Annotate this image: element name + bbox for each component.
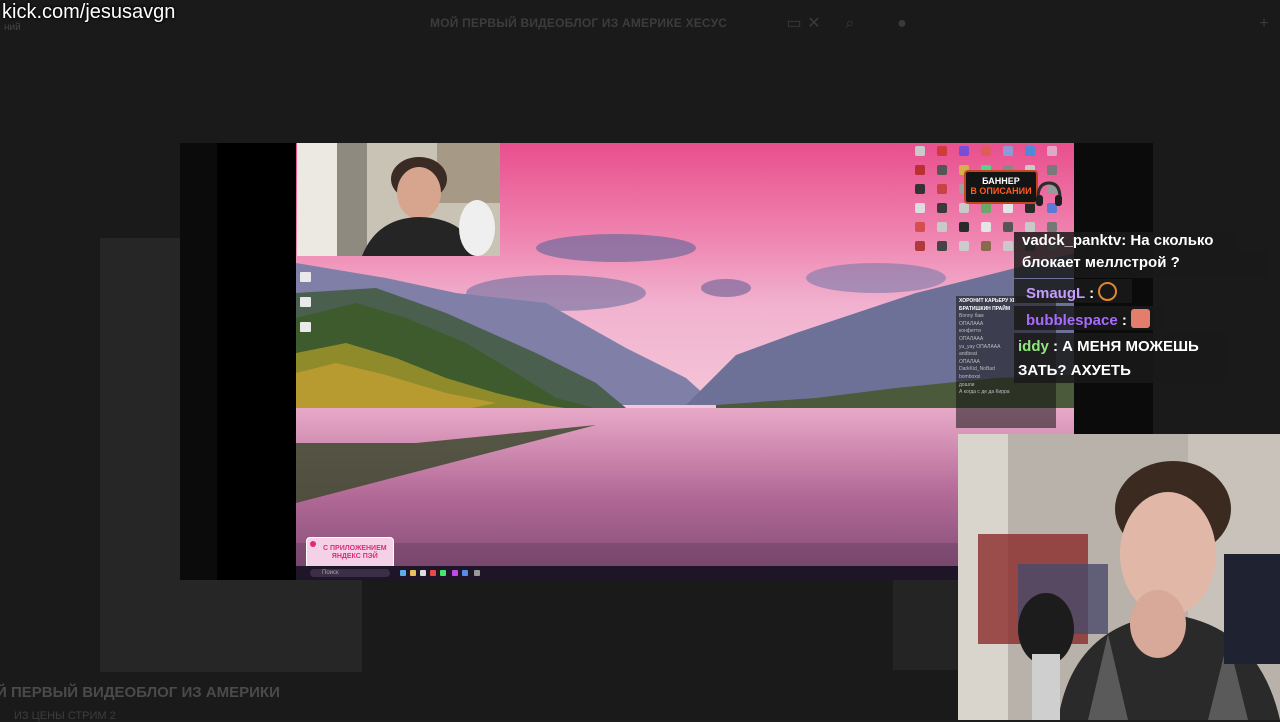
chat-overlay: vadck_panktv: На сколько блокает меллстр…	[1014, 232, 1270, 384]
chat-username[interactable]: SmaugL	[1026, 285, 1085, 302]
chat-text: :	[1117, 312, 1132, 329]
chat-message: SmaugL :	[1014, 279, 1132, 303]
keyboard-icon[interactable]: ▭	[784, 14, 804, 34]
chat-username[interactable]: bubblespace	[1026, 312, 1118, 329]
taskbar-app-icon[interactable]	[462, 570, 468, 576]
headphones-icon	[1034, 180, 1064, 208]
search-icon[interactable]: ⌕	[840, 14, 860, 34]
chat-text: : А МЕНЯ МОЖЕШЬ	[1048, 338, 1199, 355]
chat-text: блокает меллстрой ?	[1022, 254, 1180, 271]
streamer-webcam-small	[297, 143, 500, 256]
react-icon	[1098, 282, 1118, 301]
streamer-webcam-large	[958, 434, 1280, 720]
chat-message: iddy : А МЕНЯ МОЖЕШЬ ЗАТЬ? АХУЕТЬ	[1014, 333, 1226, 383]
chat-text: : На сколько	[1121, 232, 1214, 249]
chat-message: блокает меллстрой ?	[1014, 250, 1268, 278]
background-video-subheading: ИЗ ЦЕНЫ СТРИМ 2	[14, 710, 116, 722]
taskbar-app-icon[interactable]	[430, 570, 436, 576]
chat-text: :	[1084, 285, 1099, 302]
promo-banner: БАННЕР В ОПИСАНИИ	[964, 170, 1038, 204]
taskbar-app-icon[interactable]	[474, 570, 480, 576]
windows-taskbar: Поиск	[296, 566, 958, 580]
chat-username[interactable]: iddy	[1018, 338, 1049, 355]
microphone-icon[interactable]: ●	[892, 14, 912, 34]
taskbar-app-icon[interactable]	[440, 570, 446, 576]
ad-text: С ПРИЛОЖЕНИЕМ ЯНДЕКС ПЭЙ	[323, 545, 387, 560]
create-icon[interactable]: +	[1254, 14, 1274, 34]
banner-line-2: В ОПИСАНИИ	[970, 186, 1032, 196]
cat-emote-icon	[1131, 309, 1151, 328]
channel-url-overlay: kick.com/jesusavgn	[2, 1, 176, 23]
desktop-icons-left[interactable]	[300, 272, 314, 347]
chat-text: ЗАТЬ? АХУЕТЬ	[1018, 362, 1131, 379]
background-video-heading: Й ПЕРВЫЙ ВИДЕОБЛОГ ИЗ АМЕРИКИ	[0, 684, 280, 701]
close-icon[interactable]: ✕	[804, 14, 824, 34]
taskbar-search[interactable]: Поиск	[310, 569, 390, 577]
chat-message: bubblespace :	[1014, 306, 1164, 330]
banner-line-1: БАННЕР	[982, 176, 1020, 186]
background-sidebar-thumbnail	[893, 580, 963, 670]
background-video-title: МОЙ ПЕРВЫЙ ВИДЕОБЛОГ ИЗ АМЕРИКЕ ХЕСУС	[430, 16, 728, 30]
taskbar-app-icon[interactable]	[410, 570, 416, 576]
chat-username[interactable]: vadck_panktv	[1022, 232, 1121, 249]
chat-message: vadck_panktv: На сколько	[1014, 232, 1236, 250]
taskbar-app-icon[interactable]	[452, 570, 458, 576]
taskbar-app-icon[interactable]	[420, 570, 426, 576]
taskbar-app-icon[interactable]	[400, 570, 406, 576]
stream-letterbox	[217, 143, 296, 580]
ad-logo-icon	[310, 541, 316, 547]
